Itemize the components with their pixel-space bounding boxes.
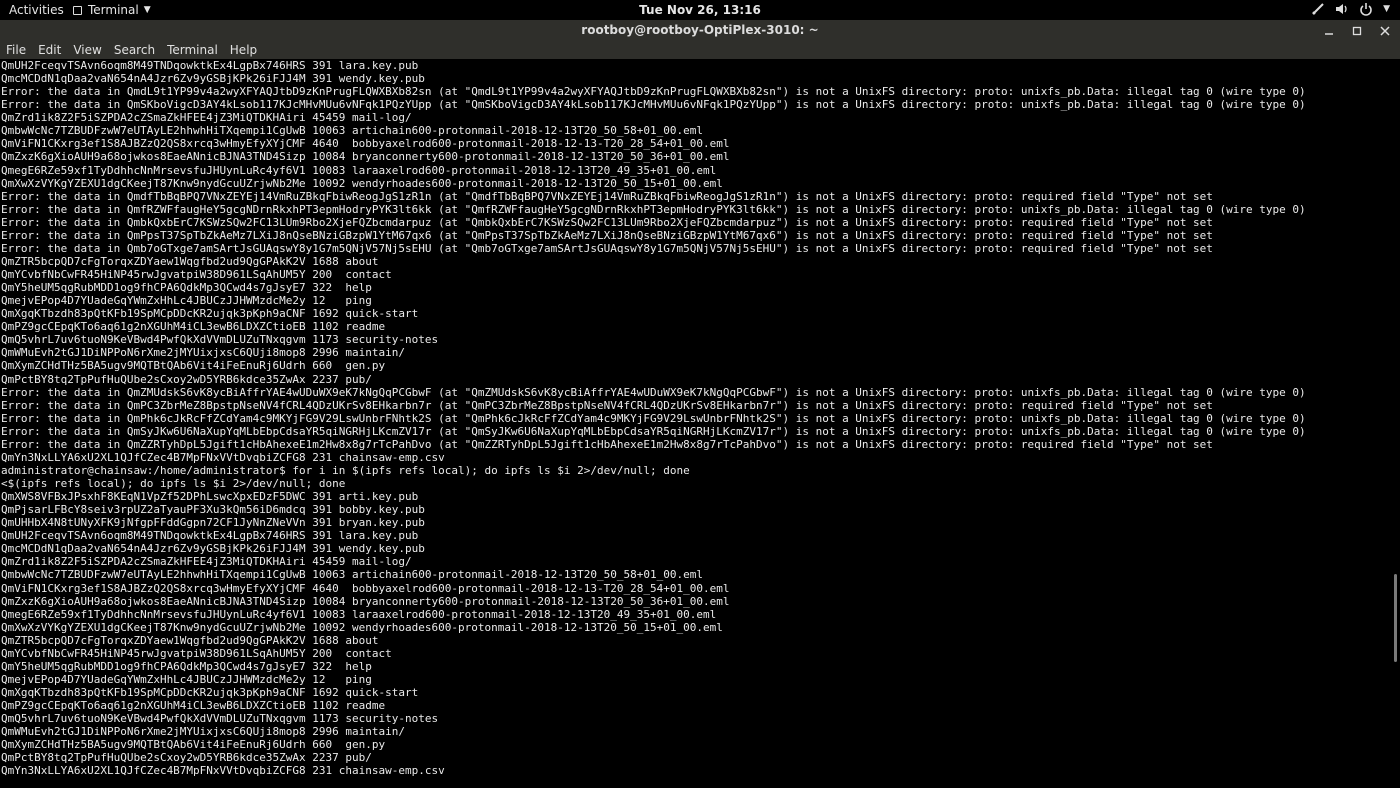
terminal-line: QmegE6RZe59xf1TyDdhhcNnMrsevsfuJHUynLuRc…: [1, 607, 717, 621]
terminal-line: QmY5heUM5qgRubMDD1og9fhCPA6QdkMp3QCwd4s7…: [1, 659, 372, 673]
terminal-line: QmYCvbfNbCwFR45HiNP45rwJgvatpiW38D961LSq…: [1, 646, 392, 660]
power-icon[interactable]: [1359, 2, 1373, 16]
terminal-line: administrator@chainsaw:/home/administrat…: [1, 463, 690, 477]
terminal-app-icon: [73, 5, 82, 15]
chevron-down-icon: ▼: [143, 5, 151, 15]
terminal-line: QmWMuEvh2tGJ1DiNPPoN6rXme2jMYUixjxsC6QUj…: [1, 346, 405, 360]
terminal-line: QmUH2FceqvTSAvn6oqm8M49TNDqowktkEx4LgpBx…: [1, 59, 419, 72]
terminal-line: QmYn3NxLLYA6xU2XL1QJfCZec4B7MpFNxVVtDvqb…: [1, 450, 445, 464]
scrollbar-thumb[interactable]: [1394, 574, 1397, 662]
terminal-line: QmPZ9gcCEpqKTo6aq61g2nXGUhM4iCL3ewB6LDXZ…: [1, 320, 386, 334]
menu-file[interactable]: File: [0, 41, 32, 59]
app-menu-button[interactable]: Terminal ▼: [73, 3, 151, 17]
menu-search[interactable]: Search: [108, 41, 161, 59]
terminal-line: Error: the data in QmbkQxbErC7KSWzSQw2FC…: [1, 215, 1213, 229]
terminal-line: QmY5heUM5qgRubMDD1og9fhCPA6QdkMp3QCwd4s7…: [1, 281, 372, 295]
app-menu-label: Terminal: [88, 3, 139, 17]
terminal-line: QmcMCDdN1qDaa2vaN654nA4Jzr6Zv9yGSBjKPk26…: [1, 72, 425, 86]
terminal-line: QmPjsarLFBcY8seiv3rpUZ2aTyauPF3Xu3kQm56i…: [1, 503, 425, 517]
terminal-line: Error: the data in QmSKboVigcD3AY4kLsob1…: [1, 98, 1306, 112]
terminal-line: QmejvEPop4D7YUadeGqYWmZxHhLc4JBUCzJJHWMz…: [1, 672, 372, 686]
terminal-line: QmcMCDdN1qDaa2vaN654nA4Jzr6Zv9yGSBjKPk26…: [1, 542, 425, 556]
terminal-line: QmViFN1CKxrg3ef1S8AJBZzQ2QS8xrcq3wHmyEfy…: [1, 137, 730, 151]
terminal-line: Error: the data in QmdfTbBqBPQ7VNxZEYEj1…: [1, 189, 1213, 203]
terminal-line: Error: the data in QmPC3ZbrMeZ8BpstpNseN…: [1, 398, 1213, 412]
terminal-line: QmZxzK6gXioAUH9a68ojwkos8EaeANnicBJNA3TN…: [1, 594, 730, 608]
terminal-line: QmZrd1ik8Z2F5iSZPDA2cZSmaZkHFEE4jZ3MiQTD…: [1, 555, 412, 569]
terminal-line: QmXwXzVYKgYZEXU1dgCKeejT87Knw9nydGcuUZrj…: [1, 176, 723, 190]
terminal-line: QmbwWcNc7TZBUDFzwW7eUTAyLE2hhwhHiTXqempi…: [1, 568, 703, 582]
terminal-scrollbar[interactable]: [1392, 59, 1400, 788]
menu-edit[interactable]: Edit: [32, 41, 67, 59]
terminal-line: QmXymZCHdTHz5BA5ugv9MQTBtQAb6Vit4iFeEnuR…: [1, 359, 386, 373]
terminal-line: Error: the data in QmZMUdskS6vK8ycBiAffr…: [1, 385, 1306, 399]
terminal-line: Error: the data in QmPpsT37SpTbZkAeMz7LX…: [1, 228, 1213, 242]
chevron-down-icon[interactable]: ▼: [1383, 4, 1390, 14]
window-controls: [1322, 20, 1392, 41]
menu-bar: File Edit View Search Terminal Help: [0, 41, 1400, 59]
terminal-line: Error: the data in QmZZRTyhDpL5Jgift1cHb…: [1, 437, 1213, 451]
terminal-line: <$(ipfs refs local); do ipfs ls $i 2>/de…: [1, 477, 346, 490]
terminal-line: Error: the data in QmdL9t1YP99v4a2wyXFYA…: [1, 85, 1306, 99]
terminal-line: QmZxzK6gXioAUH9a68ojwkos8EaeANnicBJNA3TN…: [1, 150, 730, 164]
terminal-line: QmUHHbX4N8tUNyXFK9jNfgpFFddGgpn72CF1JyNn…: [1, 516, 425, 530]
terminal-line: QmQ5vhrL7uv6tuoN9KeVBwd4PwfQkXdVVmDLUZuT…: [1, 712, 439, 726]
system-tray[interactable]: ▼: [1311, 2, 1390, 16]
terminal-line: QmYn3NxLLYA6xU2XL1QJfCZec4B7MpFNxVVtDvqb…: [1, 764, 445, 778]
terminal-line: QmXwXzVYKgYZEXU1dgCKeejT87Knw9nydGcuUZrj…: [1, 620, 723, 634]
terminal-line: QmYCvbfNbCwFR45HiNP45rwJgvatpiW38D961LSq…: [1, 268, 392, 281]
terminal-line: QmPctBY8tq2TpPufHuQUbe2sCxoy2wD5YRB6kdce…: [1, 751, 372, 765]
terminal-line: Error: the data in QmSyJKw6U6NaXupYqMLbE…: [1, 424, 1306, 438]
terminal-line: QmegE6RZe59xf1TyDdhhcNnMrsevsfuJHUynLuRc…: [1, 163, 717, 177]
terminal-line: QmZTR5bcpQD7cFgTorqxZDYaew1Wqgfbd2ud9QgG…: [1, 633, 379, 647]
terminal-line: QmejvEPop4D7YUadeGqYWmZxHhLc4JBUCzJJHWMz…: [1, 294, 372, 308]
window-title-bar[interactable]: rootboy@rootboy-OptiPlex-3010: ~: [0, 20, 1400, 41]
terminal-output[interactable]: QmUH2FceqvTSAvn6oqm8M49TNDqowktkEx4LgpBx…: [0, 59, 1392, 788]
terminal-line: Error: the data in QmPhk6cJkRcFfZCdYam4c…: [1, 411, 1306, 425]
gnome-top-bar: Activities Terminal ▼ Tue Nov 26, 13:16 …: [0, 0, 1400, 20]
terminal-line: QmXgqKTbzdh83pQtKFb19SpMCpDDcKR2ujqk3pKp…: [1, 307, 419, 321]
terminal-line: QmWMuEvh2tGJ1DiNPPoN6rXme2jMYUixjxsC6QUj…: [1, 725, 405, 739]
terminal-line: QmPctBY8tq2TpPufHuQUbe2sCxoy2wD5YRB6kdce…: [1, 372, 372, 386]
terminal-line: QmZTR5bcpQD7cFgTorqxZDYaew1Wqgfbd2ud9QgG…: [1, 254, 379, 268]
terminal-line: QmXymZCHdTHz5BA5ugv9MQTBtQAb6Vit4iFeEnuR…: [1, 738, 386, 752]
menu-view[interactable]: View: [67, 41, 107, 59]
terminal-line: QmQ5vhrL7uv6tuoN9KeVBwd4PwfQkXdVVmDLUZuT…: [1, 333, 439, 347]
clock[interactable]: Tue Nov 26, 13:16: [0, 3, 1400, 17]
menu-terminal[interactable]: Terminal: [161, 41, 224, 59]
close-icon[interactable]: [1378, 24, 1392, 38]
activities-button[interactable]: Activities: [9, 3, 64, 17]
minimize-icon[interactable]: [1322, 24, 1336, 38]
terminal-text[interactable]: QmUH2FceqvTSAvn6oqm8M49TNDqowktkEx4LgpBx…: [0, 59, 1392, 777]
terminal-line: QmUH2FceqvTSAvn6oqm8M49TNDqowktkEx4LgpBx…: [1, 529, 419, 543]
terminal-line: QmXWS8VFBxJPsxhF8KEqN1VpZf52DPhLswcXpxED…: [1, 490, 419, 504]
maximize-icon[interactable]: [1350, 24, 1364, 38]
network-icon[interactable]: [1311, 2, 1325, 16]
terminal-line: QmViFN1CKxrg3ef1S8AJBZzQ2QS8xrcq3wHmyEfy…: [1, 581, 730, 595]
terminal-line: QmXgqKTbzdh83pQtKFb19SpMCpDDcKR2ujqk3pKp…: [1, 686, 419, 699]
window-title: rootboy@rootboy-OptiPlex-3010: ~: [581, 23, 819, 37]
volume-icon[interactable]: [1335, 2, 1349, 16]
terminal-line: QmZrd1ik8Z2F5iSZPDA2cZSmaZkHFEE4jZ3MiQTD…: [1, 111, 412, 125]
terminal-line: QmPZ9gcCEpqKTo6aq61g2nXGUhM4iCL3ewB6LDXZ…: [1, 699, 386, 713]
terminal-line: QmbwWcNc7TZBUDFzwW7eUTAyLE2hhwhHiTXqempi…: [1, 124, 703, 138]
terminal-line: Error: the data in QmfRZWFfaugHeY5gcgNDr…: [1, 202, 1306, 216]
menu-help[interactable]: Help: [224, 41, 263, 59]
terminal-line: Error: the data in Qmb7oGTxge7amSArtJsGU…: [1, 241, 1213, 255]
